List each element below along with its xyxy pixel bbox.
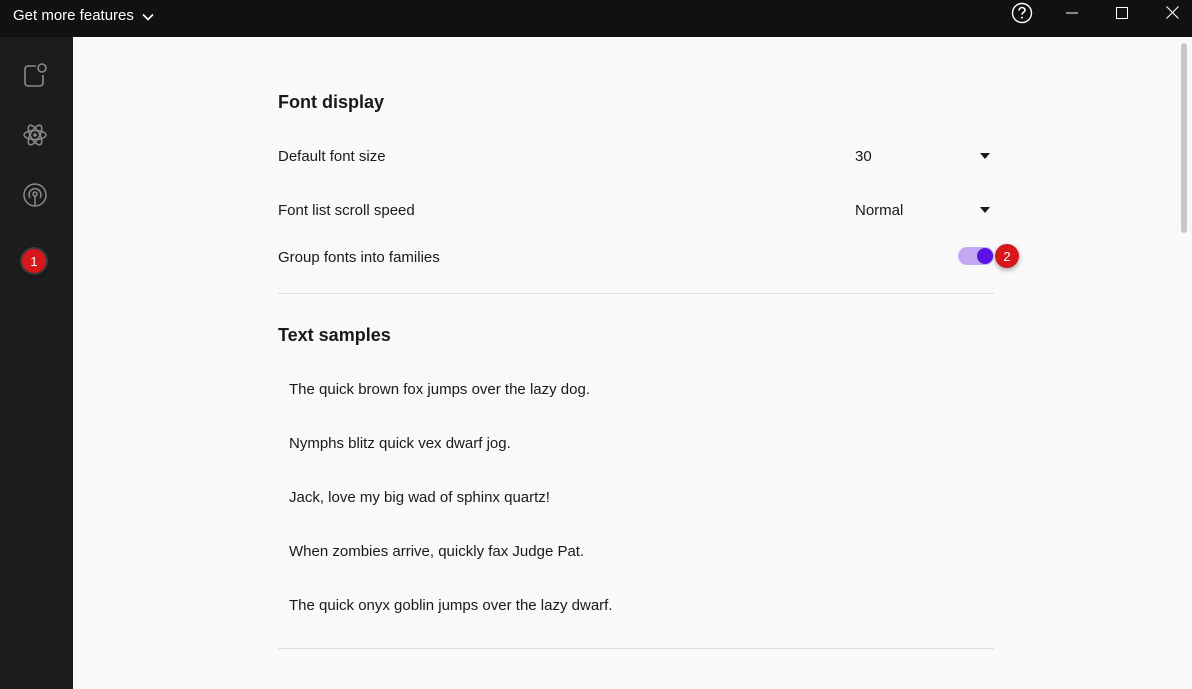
text-sample[interactable]: Nymphs blitz quick vex dwarf jog. xyxy=(289,435,511,452)
help-button[interactable] xyxy=(999,0,1045,30)
toggle-knob xyxy=(977,248,993,264)
minimize-button[interactable] xyxy=(1049,0,1095,30)
vertical-scrollbar[interactable] xyxy=(1176,37,1192,689)
atom-icon[interactable] xyxy=(21,121,49,149)
text-sample[interactable]: The quick brown fox jumps over the lazy … xyxy=(289,381,590,398)
close-button[interactable] xyxy=(1149,0,1192,30)
minimize-icon xyxy=(1066,6,1078,24)
group-fonts-label: Group fonts into families xyxy=(278,249,440,266)
default-font-size-select[interactable]: 30 xyxy=(855,144,990,168)
caret-down-icon xyxy=(980,207,990,213)
scroll-speed-value: Normal xyxy=(855,201,904,219)
scrollbar-thumb[interactable] xyxy=(1181,43,1187,233)
section-divider xyxy=(278,293,994,294)
chevron-down-icon xyxy=(142,8,154,25)
text-sample[interactable]: The quick onyx goblin jumps over the laz… xyxy=(289,597,613,614)
step-badge-2: 2 xyxy=(995,244,1019,268)
help-icon xyxy=(1011,2,1033,29)
default-font-size-value: 30 xyxy=(855,147,872,165)
broadcast-icon[interactable] xyxy=(21,181,49,209)
maximize-button[interactable] xyxy=(1099,0,1145,30)
scroll-speed-label: Font list scroll speed xyxy=(278,202,415,219)
sidebar: 1 xyxy=(0,37,73,689)
group-fonts-toggle[interactable] xyxy=(958,247,994,265)
get-more-features-label: Get more features xyxy=(13,7,134,24)
text-sample[interactable]: Jack, love my big wad of sphinx quartz! xyxy=(289,489,550,506)
new-window-icon[interactable] xyxy=(21,61,49,89)
step-badge-1: 1 xyxy=(22,249,46,273)
text-samples-title: Text samples xyxy=(278,325,391,345)
close-icon xyxy=(1165,6,1179,24)
settings-content: Font display Default font size 30 Font l… xyxy=(73,37,1192,689)
caret-down-icon xyxy=(980,153,990,159)
maximize-icon xyxy=(1116,6,1128,24)
scroll-speed-select[interactable]: Normal xyxy=(855,198,990,222)
section-divider xyxy=(278,648,994,649)
font-display-title: Font display xyxy=(278,92,385,112)
text-sample[interactable]: When zombies arrive, quickly fax Judge P… xyxy=(289,543,584,560)
get-more-features-menu[interactable]: Get more features xyxy=(13,6,154,25)
default-font-size-label: Default font size xyxy=(278,148,386,165)
title-bar: Get more features xyxy=(0,0,1192,37)
